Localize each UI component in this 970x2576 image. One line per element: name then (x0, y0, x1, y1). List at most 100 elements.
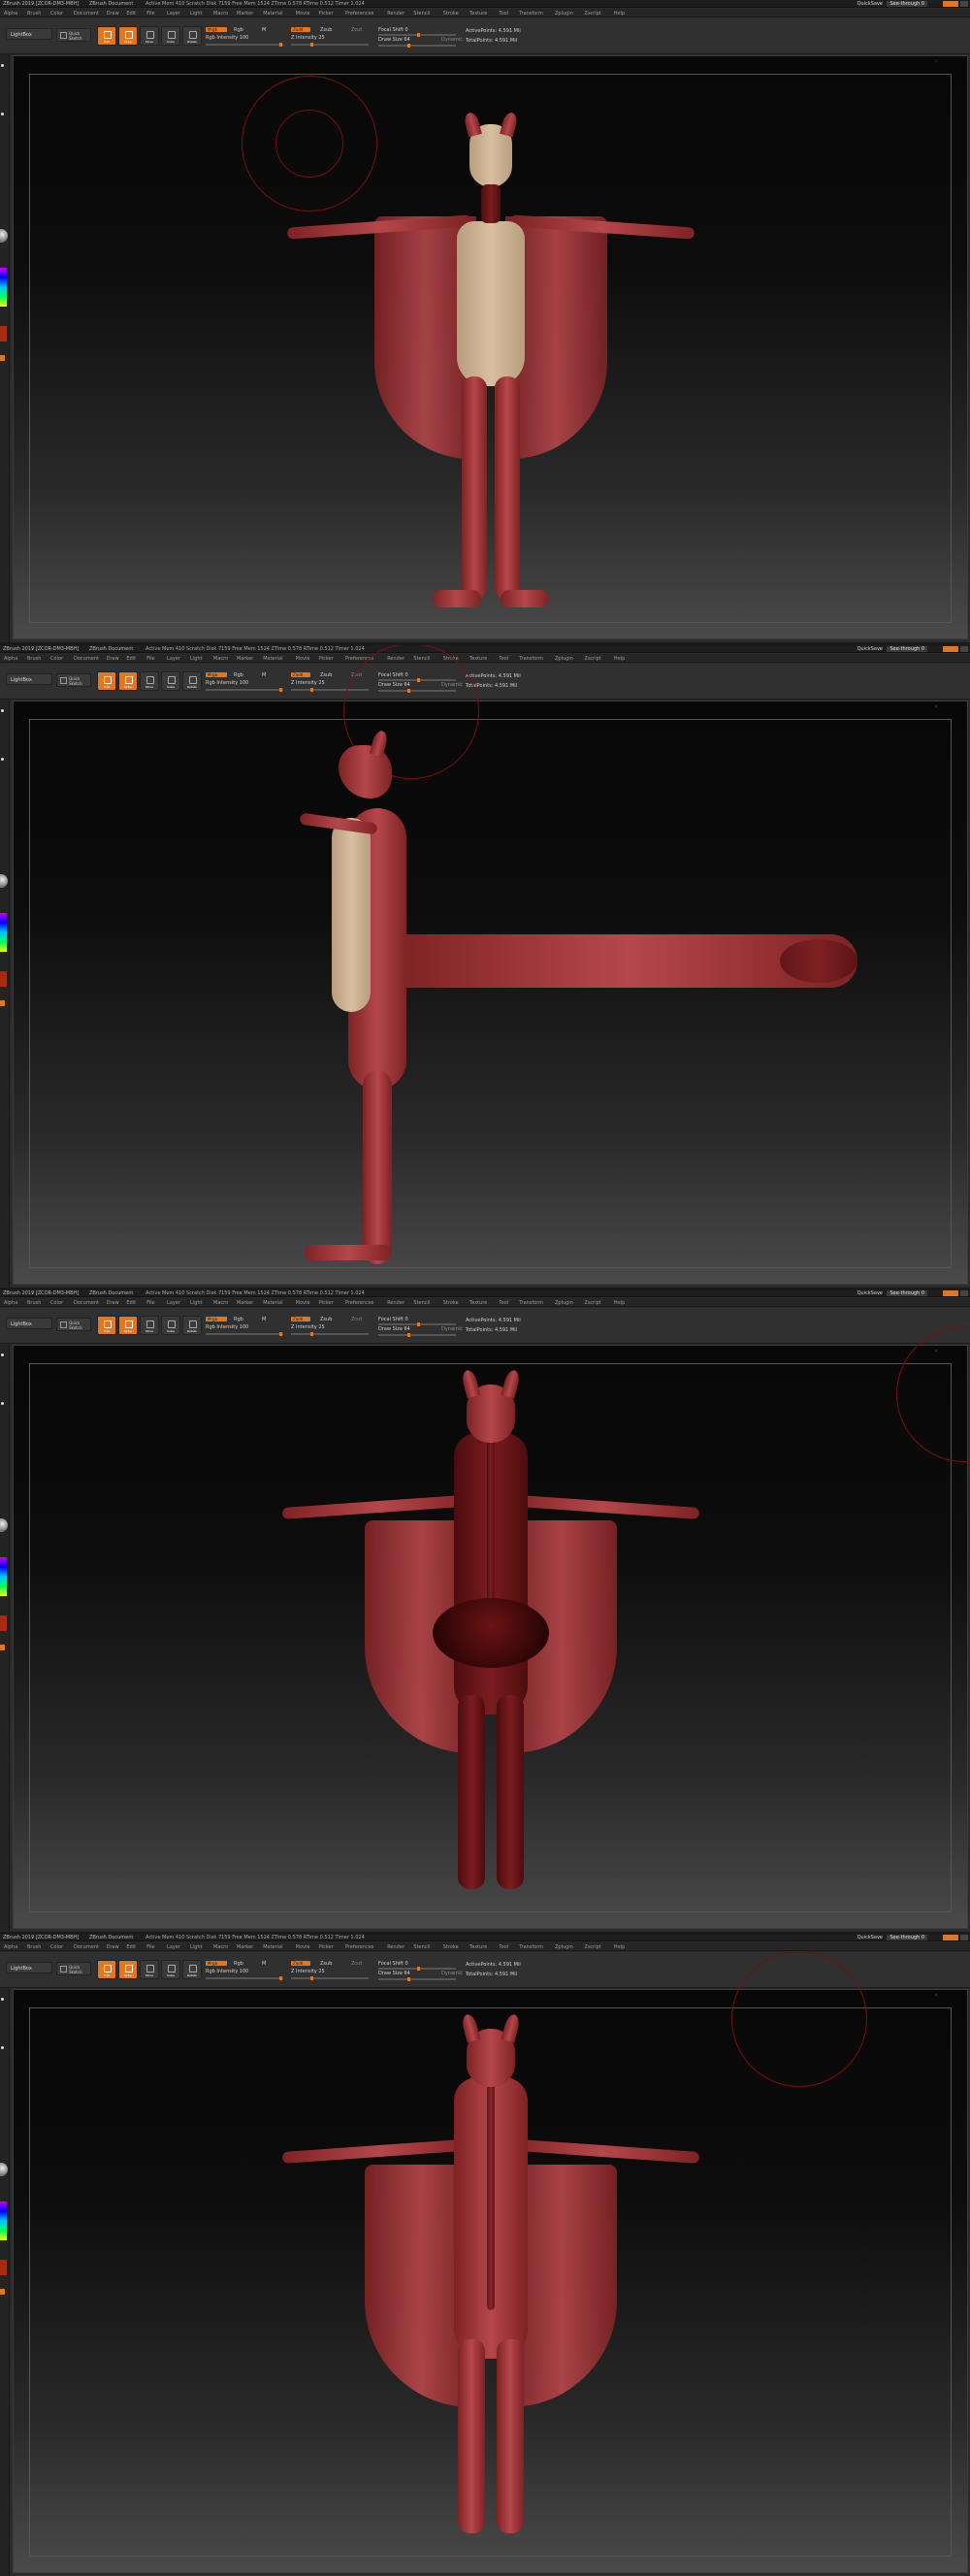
mrgb-toggle[interactable]: Mrgb (206, 1961, 227, 1966)
rgb-toggle[interactable]: Rgb (234, 1961, 243, 1967)
menu-draw[interactable]: Draw (107, 1944, 119, 1950)
edit-button[interactable]: Edit (97, 26, 116, 46)
menu-color[interactable]: Color (50, 1944, 63, 1950)
menu-brush[interactable]: Brush (27, 11, 41, 16)
dynamic-toggle[interactable]: Dynamic (441, 37, 463, 43)
menu-transform[interactable]: Transform (519, 1300, 543, 1306)
rotate-button[interactable]: Rotate (182, 671, 202, 691)
default-script-button[interactable] (943, 1290, 958, 1296)
menu-color[interactable]: Color (50, 1300, 63, 1306)
lightbox-button[interactable]: LightBox (6, 673, 52, 685)
m-toggle[interactable]: M (262, 1317, 266, 1322)
zcut-toggle[interactable]: Zcut (351, 27, 362, 33)
scale-button[interactable]: Scale (161, 1960, 180, 1979)
rotate-button[interactable]: Rotate (182, 1960, 202, 1979)
quicksave-button[interactable]: QuickSave (857, 1290, 883, 1296)
rotate-button[interactable]: Rotate (182, 26, 202, 46)
rgb-intensity-track[interactable] (206, 1332, 283, 1336)
draw-button[interactable]: Draw (118, 26, 138, 46)
color-picker-gradient[interactable] (0, 1557, 7, 1596)
quick-sketch-button[interactable]: Quick Sketch (56, 1318, 91, 1331)
rgb-intensity-track[interactable] (206, 1976, 283, 1980)
zsub-toggle[interactable]: Zsub (320, 27, 332, 33)
edit-button[interactable]: Edit (97, 1960, 116, 1979)
color-picker-gradient[interactable] (0, 268, 7, 307)
draw-size-slider[interactable]: Draw Size 64 (378, 37, 410, 43)
zsub-toggle[interactable]: Zsub (320, 672, 332, 678)
focal-shift-track[interactable] (378, 1967, 456, 1971)
menu-alpha[interactable]: Alpha (4, 1300, 17, 1306)
menu-texture[interactable]: Texture (469, 1944, 487, 1950)
close-icon[interactable] (960, 1935, 968, 1940)
quicksave-button[interactable]: QuickSave (857, 646, 883, 652)
menu-layer[interactable]: Layer (167, 656, 180, 662)
menu-light[interactable]: Light (190, 656, 202, 662)
stroke-dot-icon[interactable] (1, 1402, 4, 1405)
default-script-button[interactable] (943, 646, 958, 652)
m-toggle[interactable]: M (262, 1961, 266, 1967)
menu-brush[interactable]: Brush (27, 1300, 41, 1306)
menu-material[interactable]: Material (263, 656, 282, 662)
menu-render[interactable]: Render (387, 11, 404, 16)
menu-transform[interactable]: Transform (519, 656, 543, 662)
z-intensity-slider[interactable]: Z Intensity 25 (291, 680, 325, 686)
menu-file[interactable]: File (146, 656, 154, 662)
menu-edit[interactable]: Edit (126, 1944, 136, 1950)
menu-macro[interactable]: Macro (213, 1944, 228, 1950)
menu-file[interactable]: File (146, 11, 154, 16)
brush-dot-icon[interactable] (1, 1353, 4, 1356)
menu-help[interactable]: Help (614, 1944, 625, 1950)
menu-stroke[interactable]: Stroke (443, 1944, 459, 1950)
menu-layer[interactable]: Layer (167, 1300, 180, 1306)
close-icon[interactable] (960, 1, 968, 7)
menu-layer[interactable]: Layer (167, 11, 180, 16)
m-toggle[interactable]: M (262, 27, 266, 33)
rgb-intensity-track[interactable] (206, 688, 283, 692)
draw-size-track[interactable] (378, 1977, 456, 1981)
mrgb-toggle[interactable]: Mrgb (206, 672, 227, 677)
rgb-intensity-handle[interactable] (279, 43, 282, 47)
brush-dot-icon[interactable] (1, 709, 4, 712)
menu-tool[interactable]: Tool (499, 656, 508, 662)
see-through-slider[interactable]: See-through 0 (887, 1, 927, 7)
move-button[interactable]: Move (140, 1316, 159, 1335)
viewport-canvas[interactable]: ◦ (13, 1326, 970, 1929)
menu-help[interactable]: Help (614, 1300, 625, 1306)
z-intensity-handle[interactable] (310, 1332, 313, 1336)
menu-material[interactable]: Material (263, 1300, 282, 1306)
menu-file[interactable]: File (146, 1300, 154, 1306)
menu-tool[interactable]: Tool (499, 1300, 508, 1306)
rotate-button[interactable]: Rotate (182, 1316, 202, 1335)
menu-transform[interactable]: Transform (519, 11, 543, 16)
z-intensity-slider[interactable]: Z Intensity 25 (291, 35, 325, 41)
menu-preferences[interactable]: Preferences (345, 1300, 373, 1306)
default-script-button[interactable] (943, 1, 958, 7)
zadd-toggle[interactable]: Zadd (291, 27, 310, 32)
menu-stroke[interactable]: Stroke (443, 11, 459, 16)
focal-shift-track[interactable] (378, 33, 456, 37)
brush-dot-icon[interactable] (1, 64, 4, 67)
z-intensity-slider[interactable]: Z Intensity 25 (291, 1324, 325, 1330)
menu-tool[interactable]: Tool (499, 1944, 508, 1950)
menu-file[interactable]: File (146, 1944, 154, 1950)
z-intensity-handle[interactable] (310, 1976, 313, 1980)
menu-alpha[interactable]: Alpha (4, 11, 17, 16)
menu-material[interactable]: Material (263, 11, 282, 16)
viewport-canvas[interactable]: ◦ (13, 1951, 968, 2573)
rgb-toggle[interactable]: Rgb (234, 672, 243, 678)
draw-button[interactable]: Draw (118, 1316, 138, 1335)
rgb-intensity-track[interactable] (206, 43, 283, 47)
menu-macro[interactable]: Macro (213, 1300, 228, 1306)
dynamic-toggle[interactable]: Dynamic (441, 1971, 463, 1976)
main-color-swatch[interactable] (0, 2260, 7, 2275)
material-sphere-icon[interactable] (0, 874, 8, 888)
menu-marker[interactable]: Marker (237, 656, 253, 662)
menu-light[interactable]: Light (190, 1300, 202, 1306)
lightbox-button[interactable]: LightBox (6, 1962, 52, 1973)
draw-size-track[interactable] (378, 44, 456, 48)
focal-shift-slider[interactable]: Focal Shift 0 (378, 1317, 408, 1322)
see-through-slider[interactable]: See-through 0 (887, 1290, 927, 1296)
quicksave-button[interactable]: QuickSave (857, 1, 883, 7)
menu-document[interactable]: Document (74, 1944, 99, 1950)
scale-button[interactable]: Scale (161, 26, 180, 46)
